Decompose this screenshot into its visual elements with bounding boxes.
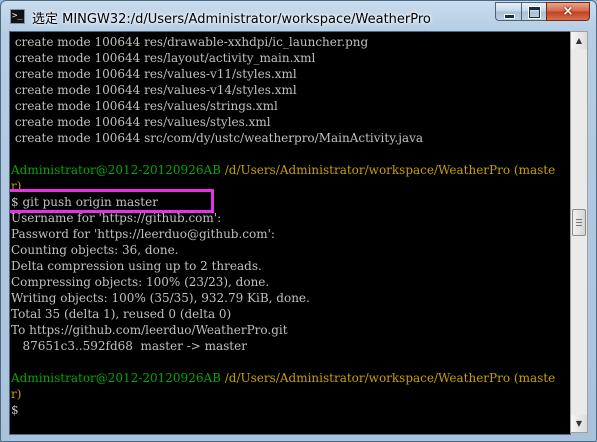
console-line: Compressing objects: 100% (23/23), done. <box>11 275 270 289</box>
prompt-path: /d/Users/Administrator/workspace/Weather… <box>220 163 556 177</box>
console-line: Counting objects: 36, done. <box>11 243 179 257</box>
console-line: create mode 100644 src/com/dy/ustc/weath… <box>11 131 423 145</box>
console-line: create mode 100644 res/layout/activity_m… <box>11 51 316 65</box>
console-output[interactable]: create mode 100644 res/drawable-xxhdpi/i… <box>9 31 571 435</box>
prompt-user: Administrator@2012-20120926AB <box>11 163 221 177</box>
window-controls: × <box>495 2 590 22</box>
console-line: Administrator@2012-20120926AB /d/Users/A… <box>11 162 570 178</box>
console-line: r) <box>11 386 570 402</box>
console-line: create mode 100644 res/drawable-xxhdpi/i… <box>11 35 369 49</box>
minimize-icon <box>504 14 515 19</box>
highlight-box <box>10 189 214 213</box>
scroll-down-button[interactable]: ▼ <box>571 415 587 432</box>
grip-line <box>576 225 582 226</box>
console-line: To https://github.com/leerduo/WeatherPro… <box>11 323 288 337</box>
console-line: Delta compression using up to 2 threads. <box>11 259 262 273</box>
maximize-button[interactable] <box>521 2 546 21</box>
console-line: create mode 100644 res/values/styles.xml <box>11 115 271 129</box>
minimize-button[interactable] <box>495 2 521 21</box>
terminal-icon[interactable]: >_ <box>10 9 25 24</box>
close-icon: × <box>562 4 574 19</box>
terminal-window: >_ 选定 MINGW32:/d/Users/Administrator/wor… <box>0 0 597 442</box>
scroll-thumb[interactable] <box>572 209 586 236</box>
console-line: create mode 100644 res/values/strings.xm… <box>11 99 278 113</box>
console-line: create mode 100644 res/values-v11/styles… <box>11 67 297 81</box>
console-line: Administrator@2012-20120926AB /d/Users/A… <box>11 370 570 386</box>
console-lines: create mode 100644 res/drawable-xxhdpi/i… <box>11 34 570 418</box>
window-title: 选定 MINGW32:/d/Users/Administrator/worksp… <box>32 12 431 27</box>
prompt-path: r) <box>11 387 22 401</box>
scroll-up-button[interactable]: ▲ <box>571 32 587 49</box>
console-line: Writing objects: 100% (35/35), 932.79 Ki… <box>11 291 310 305</box>
grip-line <box>576 222 582 223</box>
prompt-user: Administrator@2012-20120926AB <box>11 371 221 385</box>
console-line: Total 35 (delta 1), reused 0 (delta 0) <box>11 307 232 321</box>
vertical-scrollbar[interactable]: ▲ ▼ <box>570 31 588 433</box>
prompt-path: /d/Users/Administrator/workspace/Weather… <box>220 371 556 385</box>
console-line: $ <box>11 403 19 417</box>
grip-line <box>576 219 582 220</box>
console-line: create mode 100644 res/values-v14/styles… <box>11 83 297 97</box>
console-line: Password for 'https://leerduo@github.com… <box>11 227 275 241</box>
close-button[interactable]: × <box>546 2 590 21</box>
maximize-icon <box>529 7 540 18</box>
title-bar[interactable]: >_ 选定 MINGW32:/d/Users/Administrator/wor… <box>1 1 596 31</box>
console-line: 87651c3..592fd68 master -> master <box>11 339 247 353</box>
